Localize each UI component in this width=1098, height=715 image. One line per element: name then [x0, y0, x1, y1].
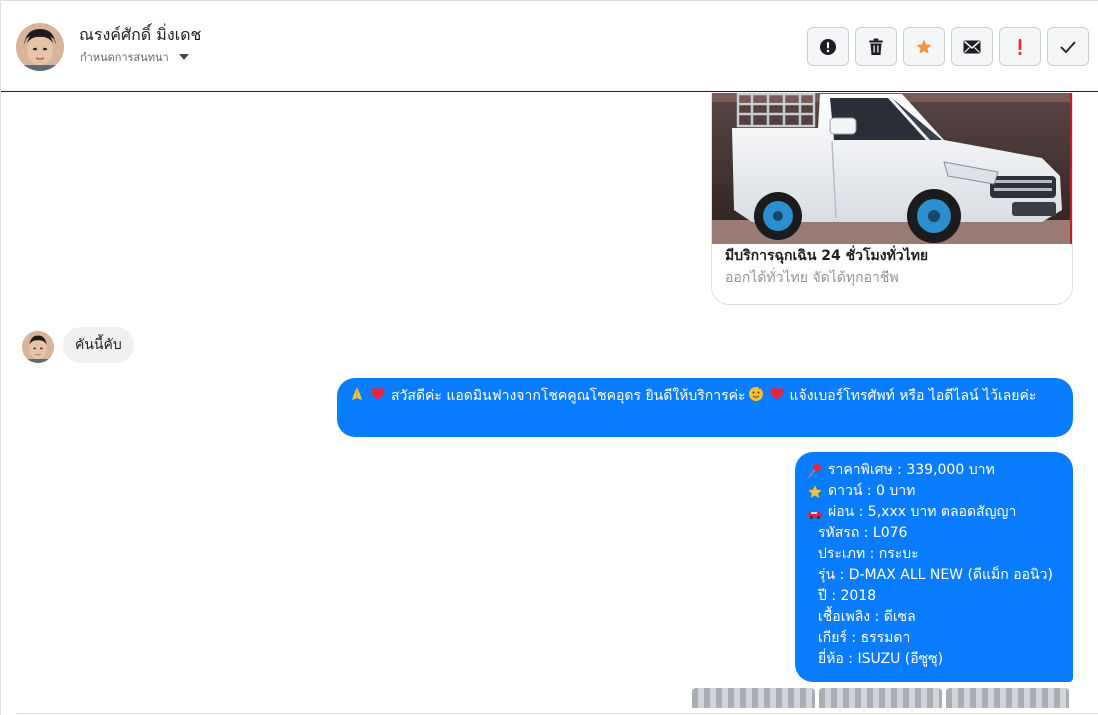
- info-line-gear: เกียร์ : ธรรมดา: [818, 630, 911, 646]
- greeting-text: สวัสดีค่ะ แอดมินฟางจากโชคคูณโชคอุดร ยินด…: [391, 388, 746, 404]
- pushpin-icon: [807, 463, 823, 479]
- attachment-title[interactable]: มีบริการฉุกเฉิน 24 ชั่วโมงทั่วไทย: [725, 245, 928, 267]
- photo-thumbnail[interactable]: [819, 688, 942, 708]
- report-icon: [820, 38, 836, 55]
- star-icon: [916, 39, 932, 54]
- conversation-settings-label: กำหนดการสนทนา: [80, 51, 169, 64]
- incoming-message[interactable]: คันนี้คับ: [63, 327, 134, 363]
- delete-button[interactable]: [855, 27, 897, 66]
- composer-divider: [17, 713, 1098, 714]
- smiling-face-hearts-icon: [748, 386, 764, 402]
- exclamation-icon: [1018, 38, 1022, 55]
- envelope-icon: [963, 40, 981, 53]
- check-icon: [1060, 40, 1076, 53]
- attachment-image[interactable]: [712, 93, 1072, 244]
- header-actions: [807, 27, 1089, 66]
- mark-unread-button[interactable]: [951, 27, 993, 66]
- info-line-installment: ผ่อน : 5,xxx บาท ตลอดสัญญา: [807, 502, 1061, 523]
- info-line-type: ประเภท : กระบะ: [818, 546, 919, 562]
- caret-down-icon: [178, 54, 189, 60]
- conversation-panel: ณรงค์ศักดิ์ มิ่งเดช กำหนดการสนทนา มีบริก…: [0, 0, 1098, 715]
- sender-avatar[interactable]: [22, 331, 54, 363]
- info-line-down: ดาวน์ : 0 บาท: [807, 481, 1061, 502]
- conversation-settings[interactable]: กำหนดการสนทนา: [80, 48, 189, 66]
- star-button[interactable]: [903, 27, 945, 66]
- star-icon: [807, 484, 823, 500]
- info-line-code: รหัสรถ : L076: [818, 525, 908, 541]
- info-line-year: ปี : 2018: [818, 588, 877, 604]
- car-icon: [807, 505, 823, 521]
- photo-thumbnails: [692, 688, 1069, 708]
- info-line-model: รุ่น : D-MAX ALL NEW (ดีแม็ก ออนิว): [818, 567, 1053, 583]
- message-list[interactable]: มีบริการฉุกเฉิน 24 ชั่วโมงทั่วไทย ออกได้…: [1, 93, 1098, 715]
- link-attachment-card[interactable]: มีบริการฉุกเฉิน 24 ชั่วโมงทั่วไทย ออกได้…: [711, 93, 1073, 305]
- attachment-subtitle: ออกได้ทั่วไทย จัดได้ทุกอาชีพ: [725, 270, 899, 286]
- heart-icon: [769, 386, 785, 402]
- contact-avatar[interactable]: [16, 23, 64, 71]
- greeting-text-tail: แจ้งเบอร์โทรศัพท์ หรือ ไอดีไลน์ ไว้เลยค่…: [789, 388, 1037, 404]
- info-line-price: ราคาพิเศษ : 339,000 บาท: [807, 460, 1061, 481]
- heart-icon: [370, 386, 386, 402]
- outgoing-message-greeting[interactable]: สวัสดีค่ะ แอดมินฟางจากโชคคูณโชคอุดร ยินด…: [337, 378, 1073, 437]
- trash-icon: [869, 38, 883, 55]
- photo-thumbnail[interactable]: [946, 688, 1069, 708]
- outgoing-message-car-info[interactable]: ราคาพิเศษ : 339,000 บาท ดาวน์ : 0 บาท ผ่…: [795, 452, 1073, 682]
- info-line-fuel: เชื้อเพลิง : ดีเซล: [818, 609, 916, 625]
- info-line-brand: ยี่ห้อ : ISUZU (อีซูซุ): [818, 651, 944, 667]
- conversation-header: ณรงค์ศักดิ์ มิ่งเดช กำหนดการสนทนา: [1, 1, 1098, 92]
- important-button[interactable]: [999, 27, 1041, 66]
- photo-thumbnail[interactable]: [692, 688, 815, 708]
- pray-icon: [349, 386, 365, 402]
- report-button[interactable]: [807, 27, 849, 66]
- done-button[interactable]: [1047, 27, 1089, 66]
- contact-name[interactable]: ณรงค์ศักดิ์ มิ่งเดช: [79, 23, 201, 48]
